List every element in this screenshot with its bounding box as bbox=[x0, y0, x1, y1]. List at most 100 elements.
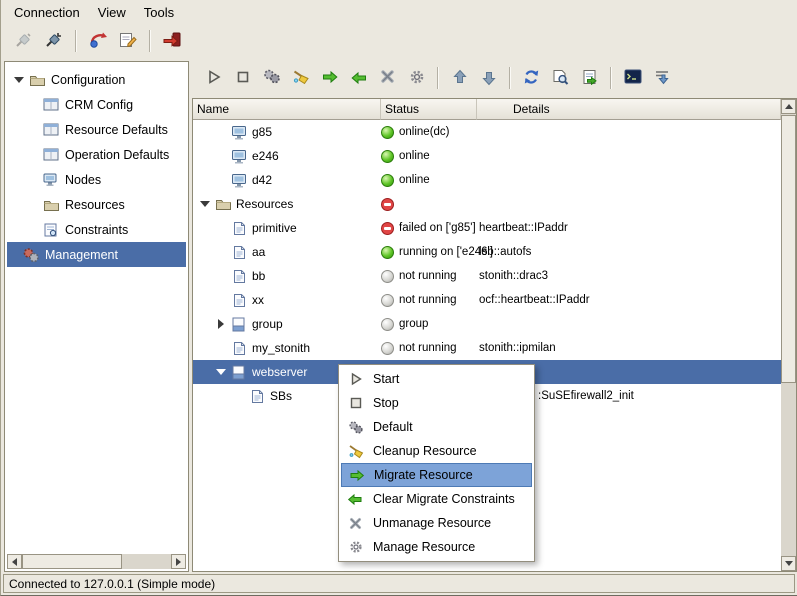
refresh-icon bbox=[523, 69, 540, 88]
row-name: e246 bbox=[252, 149, 279, 163]
sidebar-item-crm-config[interactable]: CRM Config bbox=[7, 92, 186, 117]
scrollbar-trough[interactable] bbox=[122, 554, 171, 569]
move-up-button[interactable] bbox=[445, 64, 474, 92]
collapse-button[interactable] bbox=[647, 64, 676, 92]
scroll-left-arrow-icon[interactable] bbox=[7, 554, 22, 569]
table-row-primitive[interactable]: primitive failed on ['g85'] heartbeat::I… bbox=[193, 216, 781, 240]
node-icon bbox=[229, 125, 249, 140]
sidebar-item-resources[interactable]: Resources bbox=[7, 192, 186, 217]
expander-closed-icon[interactable] bbox=[213, 319, 229, 329]
row-status: not running bbox=[399, 342, 457, 354]
context-menu-item-clear-migrate-constraints[interactable]: Clear Migrate Constraints bbox=[341, 487, 532, 511]
context-menu-item-start[interactable]: Start bbox=[341, 367, 532, 391]
manage-icon bbox=[346, 540, 365, 554]
table-row-e246[interactable]: e246 online bbox=[193, 144, 781, 168]
status-cell: running on ['e246'] bbox=[381, 246, 477, 259]
menu-view[interactable]: View bbox=[89, 2, 135, 23]
expander-open-icon[interactable] bbox=[213, 369, 229, 375]
table-row-xx[interactable]: xx not running ocf::heartbeat::IPaddr bbox=[193, 288, 781, 312]
table-vertical-scrollbar[interactable] bbox=[781, 99, 796, 571]
scrollbar-thumb[interactable] bbox=[781, 115, 796, 383]
details-cell: stonith::ipmilan bbox=[477, 342, 781, 354]
row-name: d42 bbox=[252, 173, 272, 187]
expander-open-icon[interactable] bbox=[11, 77, 27, 83]
quit-button[interactable] bbox=[157, 27, 187, 55]
details-cell: heartbeat::IPaddr bbox=[477, 222, 781, 234]
default-icon bbox=[346, 420, 365, 435]
table-row-resources[interactable]: Resources bbox=[193, 192, 781, 216]
constraints-icon bbox=[41, 223, 61, 237]
context-menu-item-manage-resource[interactable]: Manage Resource bbox=[341, 535, 532, 559]
migrate-button[interactable] bbox=[315, 64, 344, 92]
scroll-down-arrow-icon[interactable] bbox=[781, 556, 796, 571]
menu-connection[interactable]: Connection bbox=[5, 2, 89, 23]
sidebar-item-management[interactable]: Management bbox=[7, 242, 186, 267]
table-row-aa[interactable]: aa running on ['e246'] lsb::autofs bbox=[193, 240, 781, 264]
status-cell: failed on ['g85'] bbox=[381, 222, 477, 235]
context-menu-item-stop[interactable]: Stop bbox=[341, 391, 532, 415]
table-row-d42[interactable]: d42 online bbox=[193, 168, 781, 192]
scroll-right-arrow-icon[interactable] bbox=[171, 554, 186, 569]
resource-icon bbox=[229, 221, 249, 236]
run-button[interactable] bbox=[83, 27, 113, 55]
context-menu-item-cleanup-resource[interactable]: Cleanup Resource bbox=[341, 439, 532, 463]
cleanup-icon bbox=[292, 69, 310, 88]
column-header-status[interactable]: Status bbox=[381, 99, 477, 120]
resource-icon bbox=[229, 269, 249, 284]
default-button[interactable] bbox=[257, 64, 286, 92]
start-button[interactable] bbox=[199, 64, 228, 92]
menu-tools[interactable]: Tools bbox=[135, 2, 183, 23]
export-button[interactable] bbox=[575, 64, 604, 92]
row-name: SBs bbox=[270, 389, 292, 403]
move-down-button[interactable] bbox=[474, 64, 503, 92]
name-cell: primitive bbox=[193, 221, 381, 236]
scrollbar-thumb[interactable] bbox=[22, 554, 122, 569]
table-row-my-stonith[interactable]: my_stonith not running stonith::ipmilan bbox=[193, 336, 781, 360]
context-menu-item-default[interactable]: Default bbox=[341, 415, 532, 439]
sidebar-item-resource-defaults[interactable]: Resource Defaults bbox=[7, 117, 186, 142]
edit-button[interactable] bbox=[113, 27, 143, 55]
resource-icon bbox=[229, 245, 249, 260]
clear-migrate-button[interactable] bbox=[344, 64, 373, 92]
cleanup-icon bbox=[346, 444, 365, 459]
sidebar-item-label: Resource Defaults bbox=[65, 123, 168, 137]
manage-button[interactable] bbox=[402, 64, 431, 92]
sidebar-item-constraints[interactable]: Constraints bbox=[7, 217, 186, 242]
toolbar-separator bbox=[509, 67, 511, 89]
row-name: bb bbox=[252, 269, 265, 283]
connect-button[interactable] bbox=[39, 27, 69, 55]
table-row-bb[interactable]: bb not running stonith::drac3 bbox=[193, 264, 781, 288]
status-inactive-icon bbox=[381, 318, 394, 331]
cleanup-button[interactable] bbox=[286, 64, 315, 92]
sidebar-item-label: Operation Defaults bbox=[65, 148, 169, 162]
status-inactive-icon bbox=[381, 270, 394, 283]
stop-icon bbox=[346, 396, 365, 410]
migrate-icon bbox=[321, 70, 339, 87]
scroll-up-arrow-icon[interactable] bbox=[781, 99, 796, 114]
context-menu-label: Stop bbox=[373, 396, 399, 410]
console-button[interactable] bbox=[618, 64, 647, 92]
row-details: stonith::drac3 bbox=[479, 270, 548, 282]
column-header-details[interactable]: Details bbox=[477, 99, 781, 120]
details-cell: lsb::autofs bbox=[477, 246, 781, 258]
sidebar-horizontal-scrollbar[interactable] bbox=[7, 554, 186, 569]
disconnect-button[interactable] bbox=[9, 27, 39, 55]
stop-button[interactable] bbox=[228, 64, 257, 92]
sidebar-item-operation-defaults[interactable]: Operation Defaults bbox=[7, 142, 186, 167]
table-row-g85[interactable]: g85 online(dc) bbox=[193, 120, 781, 144]
context-menu-label: Clear Migrate Constraints bbox=[373, 492, 515, 506]
refresh-button[interactable] bbox=[517, 64, 546, 92]
column-header-name[interactable]: Name bbox=[193, 99, 381, 120]
status-cell: not running bbox=[381, 294, 477, 307]
name-cell: my_stonith bbox=[193, 341, 381, 356]
inspect-button[interactable] bbox=[546, 64, 575, 92]
expander-open-icon[interactable] bbox=[197, 201, 213, 207]
context-menu-item-migrate-resource[interactable]: Migrate Resource bbox=[341, 463, 532, 487]
unmanage-button[interactable] bbox=[373, 64, 402, 92]
sidebar-item-label: Management bbox=[45, 248, 118, 262]
sidebar-item-nodes[interactable]: Nodes bbox=[7, 167, 186, 192]
context-menu-item-unmanage-resource[interactable]: Unmanage Resource bbox=[341, 511, 532, 535]
sidebar-item-configuration[interactable]: Configuration bbox=[7, 67, 186, 92]
row-name: g85 bbox=[252, 125, 272, 139]
table-row-group[interactable]: group group bbox=[193, 312, 781, 336]
